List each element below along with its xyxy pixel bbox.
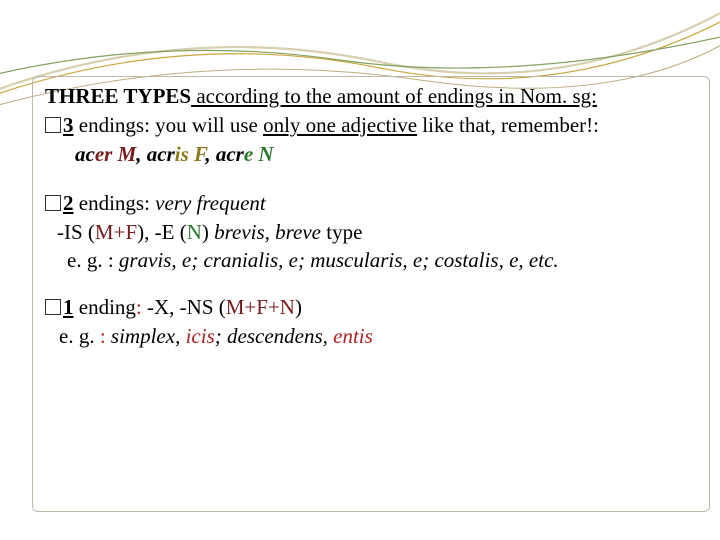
section-2-examples: e. g. : gravis, e; cranialis, e; muscula…: [45, 247, 697, 274]
heading-strong: THREE TYPES: [45, 84, 191, 108]
s2-is-label: -IS (: [57, 220, 95, 244]
s2-text1: endings:: [74, 191, 156, 215]
heading-line: THREE TYPES according to the amount of e…: [45, 83, 697, 110]
s1-colon: :: [136, 295, 147, 319]
acer-er: er: [95, 142, 113, 166]
s1-entis: entis: [333, 324, 373, 348]
s1-simplex: simplex,: [111, 324, 186, 348]
bullet-icon: [45, 195, 61, 211]
bullet-icon: [45, 299, 61, 315]
s2-mf: M+F: [95, 220, 137, 244]
s1-icis: icis: [186, 324, 215, 348]
s2-n: N: [187, 220, 202, 244]
section-3-examples: acer M, acris F, acre N: [45, 141, 697, 168]
acre-acr: acr: [216, 142, 244, 166]
gender-f: F: [189, 142, 206, 166]
acris-acr: acr: [147, 142, 175, 166]
s2-type: type: [321, 220, 362, 244]
s3-sep2: ,: [205, 142, 216, 166]
heading-rest: according to the amount of endings in No…: [191, 84, 597, 108]
s3-text1: endings: you will use: [74, 113, 264, 137]
s1-sep: ;: [215, 324, 227, 348]
section-2-line1: 2 endings: very frequent: [45, 190, 697, 217]
section-3-line1: 3 endings: you will use only one adjecti…: [45, 112, 697, 139]
s2-examples: gravis, e; cranialis, e; muscularis, e; …: [119, 248, 559, 272]
s1-eg-colon: :: [100, 324, 111, 348]
s1-paren-open: (: [214, 295, 226, 319]
section-1-examples: e. g. : simplex, icis; descendens, entis: [45, 323, 697, 350]
gender-m: M: [112, 142, 136, 166]
s3-sep1: ,: [136, 142, 147, 166]
gender-n: N: [253, 142, 273, 166]
section-2-line2: -IS (M+F), -E (N) brevis, breve type: [45, 219, 697, 246]
acer-ac: ac: [75, 142, 95, 166]
s1-xns: -X, -NS: [147, 295, 214, 319]
s3-text2: like that, remember!:: [417, 113, 599, 137]
bullet-icon: [45, 117, 61, 133]
count-2: 2: [63, 191, 74, 215]
s2-is-close: ), -E (: [137, 220, 187, 244]
section-1-line1: 1 ending: -X, -NS (M+F+N): [45, 294, 697, 321]
count-1: 1: [63, 295, 74, 319]
acris-is: is: [175, 142, 189, 166]
s3-underlined: only one adjective: [263, 113, 417, 137]
acre-e: e: [244, 142, 253, 166]
s1-eg-lead: e. g.: [59, 324, 100, 348]
s2-brevis: brevis, breve: [214, 220, 321, 244]
s1-text1: ending: [74, 295, 136, 319]
slide-content: THREE TYPES according to the amount of e…: [32, 76, 710, 512]
s1-paren-close: ): [295, 295, 302, 319]
s2-very-frequent: very frequent: [155, 191, 266, 215]
s2-eg-lead: e. g. :: [67, 248, 119, 272]
count-3: 3: [63, 113, 74, 137]
s2-paren-close: ): [202, 220, 214, 244]
s1-mfn: M+F+N: [226, 295, 295, 319]
s1-descendens: descendens,: [227, 324, 333, 348]
